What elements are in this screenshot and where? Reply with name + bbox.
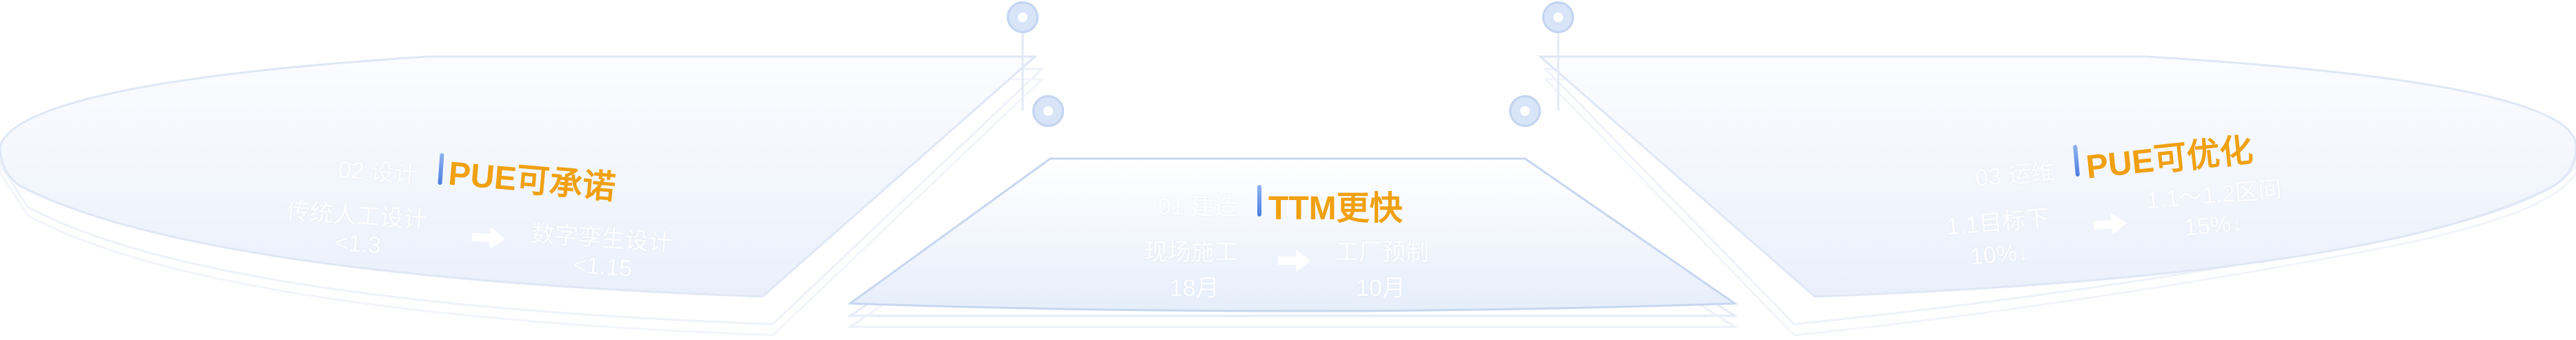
right-panel <box>1537 55 2576 298</box>
panel-prefix: 02 设计 <box>337 157 419 188</box>
from-value: 18月 <box>1170 275 1219 301</box>
node-mid-left <box>1032 95 1064 127</box>
from-label: 现场施工 <box>1144 239 1238 266</box>
panel-headline: TTM更快 <box>1268 190 1403 227</box>
right-arrow-icon <box>1275 247 1314 274</box>
panel-prefix: 03 运维 <box>1974 159 2056 192</box>
to-value: 10月 <box>1356 275 1406 301</box>
feature-stage: 02 设计 PUE可承诺 传统人工设计 <1.3 数字孪生设计 <1.15 01… <box>0 0 2576 340</box>
from-value: <1.3 <box>333 229 382 259</box>
to-value: 15%↓ <box>2183 210 2244 241</box>
node-top-left <box>1007 1 1039 33</box>
to-value: <1.15 <box>571 252 633 282</box>
node-top-right <box>1542 1 1574 33</box>
panel-prefix: 01 建造 <box>1158 194 1238 220</box>
headline-bar-icon <box>1257 185 1261 217</box>
from-value: 10%↓ <box>1969 239 2030 270</box>
right-arrow-icon <box>2090 209 2130 240</box>
right-arrow-icon <box>469 223 509 253</box>
node-mid-right <box>1509 95 1541 127</box>
to-label: 工厂预制 <box>1335 239 1429 266</box>
